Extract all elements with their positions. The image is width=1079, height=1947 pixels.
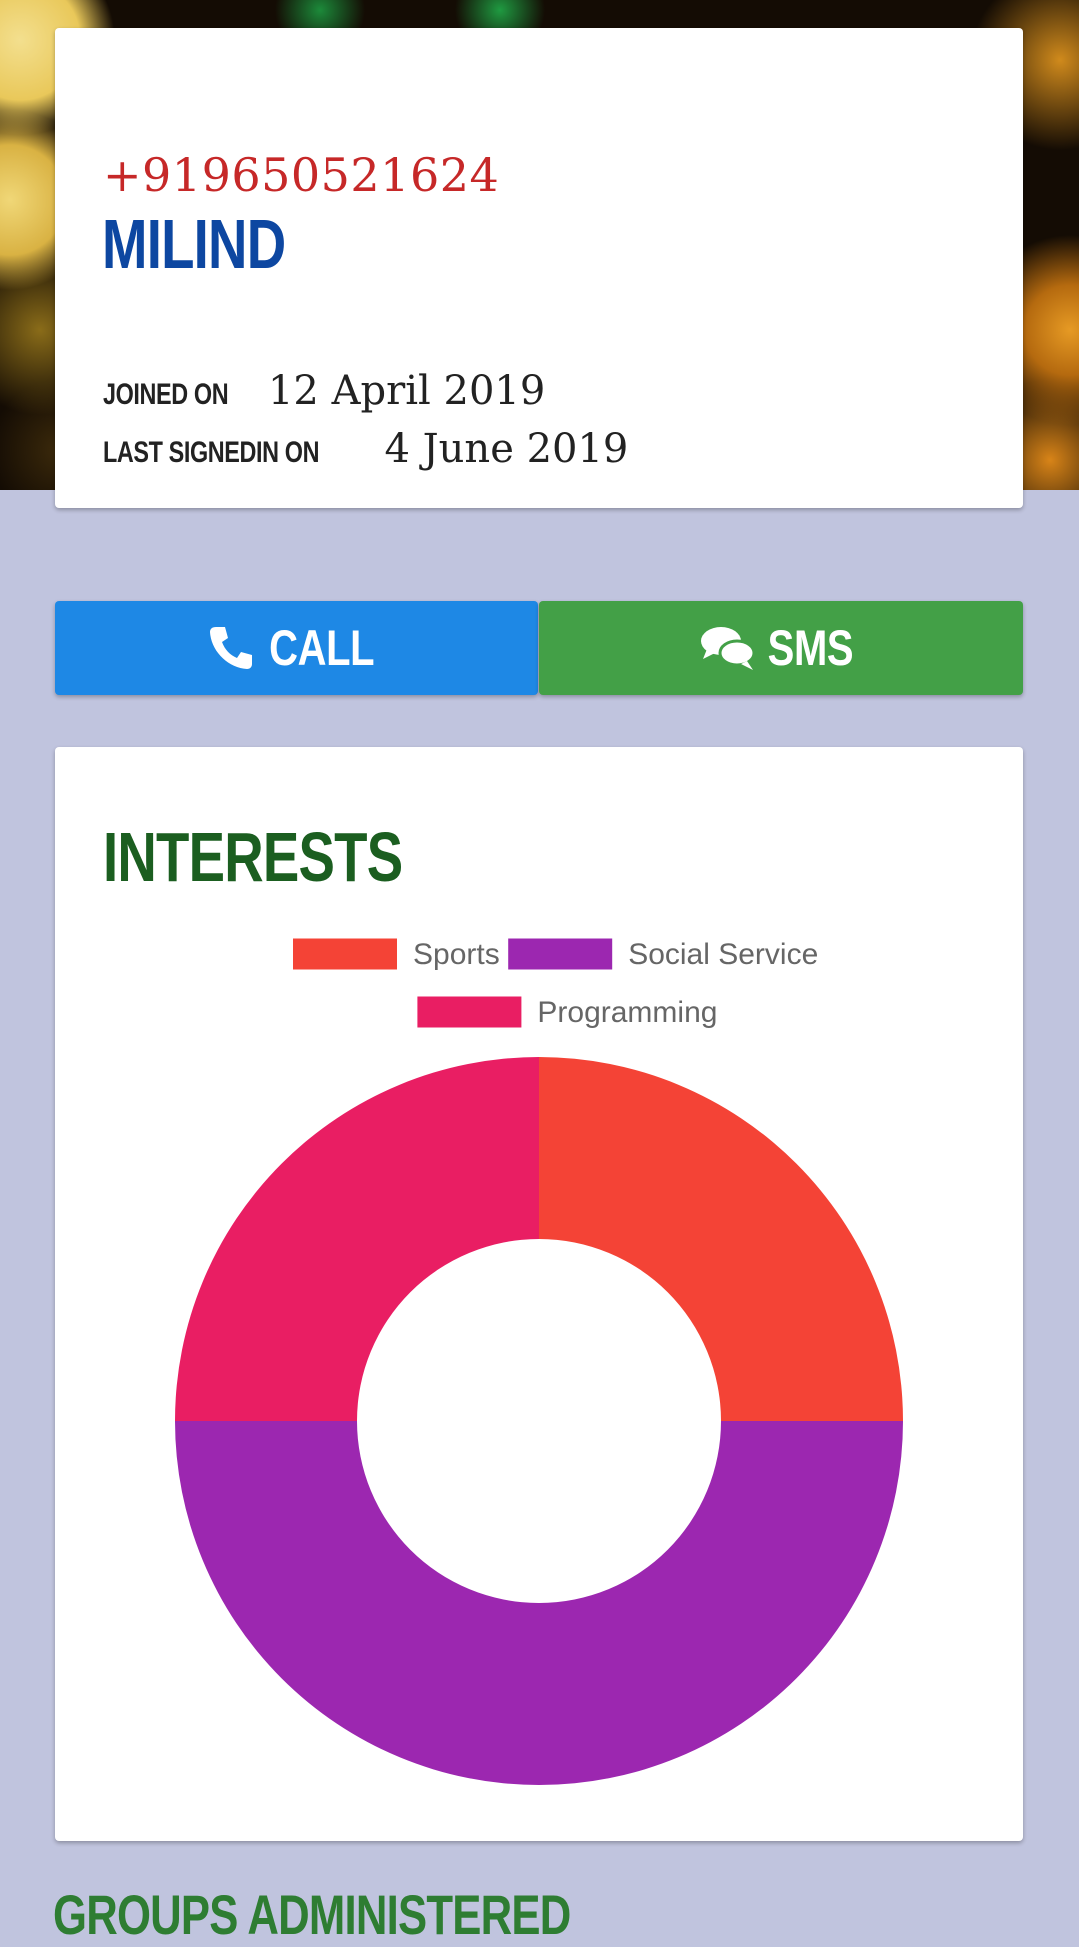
legend-label: Sports [413, 938, 500, 971]
legend-item-sports[interactable]: Sports [293, 938, 500, 971]
slice-social-service[interactable] [175, 1421, 903, 1785]
sms-button-label: SMS [767, 620, 853, 676]
user-name: Milind [102, 205, 286, 283]
joined-date: 12 April 2019 [267, 368, 546, 414]
last-signed-row: Last SignedIn on 4 June 2019 [103, 426, 628, 472]
last-signed-label: Last SignedIn on [103, 436, 320, 469]
slice-programming[interactable] [175, 1057, 539, 1421]
sms-button[interactable]: SMS [539, 601, 1023, 695]
last-signed-date: 4 June 2019 [384, 426, 629, 472]
legend-label: Social Service [628, 938, 818, 971]
legend-swatch [293, 938, 397, 970]
legend-swatch [417, 996, 522, 1028]
joined-label: Joined on [103, 378, 229, 411]
comments-icon [699, 623, 757, 673]
joined-row: Joined on 12 April 2019 [103, 368, 545, 414]
legend-item-programming[interactable]: Programming [417, 996, 717, 1029]
profile-card: +919650521624 Milind Joined on 12 April … [55, 28, 1023, 508]
groups-administered-title: Groups Administered [53, 1883, 571, 1946]
call-button[interactable]: Call [55, 601, 538, 695]
legend-swatch [508, 938, 613, 970]
interests-card: Interests Sports Social Service Programmin… [55, 747, 1023, 1841]
phone-icon [206, 623, 256, 673]
interests-doughnut-chart: Sports Social Service Programming [175, 938, 903, 1785]
call-button-label: Call [268, 620, 375, 676]
slice-sports[interactable] [539, 1057, 903, 1421]
legend-label: Programming [537, 996, 717, 1029]
phone-number[interactable]: +919650521624 [103, 148, 499, 202]
legend-item-social-service[interactable]: Social Service [508, 938, 818, 971]
